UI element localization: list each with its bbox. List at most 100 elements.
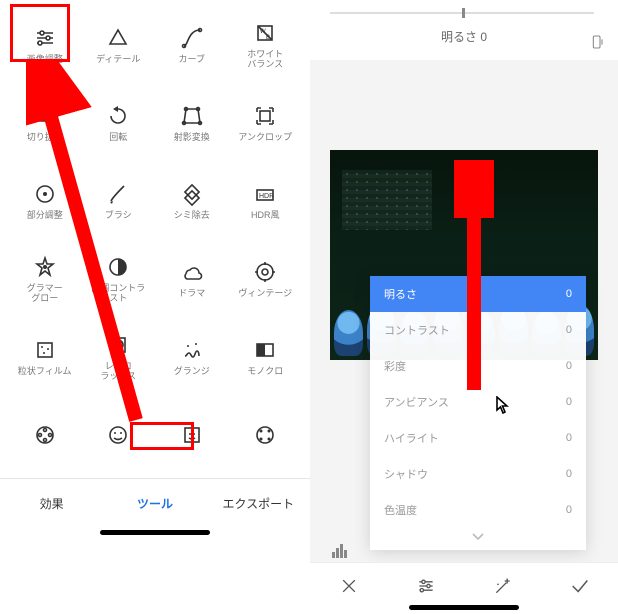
param-value: 0 [566, 324, 572, 336]
param-label: シャドウ [384, 466, 428, 482]
param-label: コントラスト [384, 322, 450, 338]
rotate-icon [105, 103, 131, 129]
tool-drama[interactable]: ドラマ [155, 240, 229, 318]
tool-hdr[interactable]: HDR HDR風 [229, 162, 303, 240]
tool-grunge[interactable]: グランジ [155, 318, 229, 396]
tool-grainy-film[interactable]: 粒状フィルム [8, 318, 82, 396]
histogram-icon[interactable] [332, 544, 347, 558]
tool-label: ディテール [96, 55, 140, 65]
svg-text:HDR: HDR [259, 193, 274, 200]
tool-label: 切り抜き [27, 133, 63, 143]
param-saturation[interactable]: 彩度0 [370, 348, 586, 384]
brush-icon [105, 181, 131, 207]
tool-selective[interactable]: 部分調整 [8, 162, 82, 240]
tool-label: ドラマ [178, 289, 205, 299]
adjust-button[interactable] [406, 576, 446, 601]
auto-button[interactable] [483, 576, 523, 601]
bottom-tabs: 効果 ツール エクスポート [0, 478, 310, 524]
tool-rotate[interactable]: 回転 [82, 84, 156, 162]
orientation-icon[interactable] [590, 34, 606, 53]
tool-expand[interactable]: アンクロップ [229, 84, 303, 162]
param-value: 0 [566, 504, 572, 516]
drama-icon [179, 259, 205, 285]
tool-vintage[interactable]: ヴィンテージ [229, 240, 303, 318]
tool-perspective[interactable]: 射影変換 [155, 84, 229, 162]
tab-export[interactable]: エクスポート [207, 489, 310, 518]
retrolux-icon [105, 332, 131, 358]
param-shadows[interactable]: シャドウ0 [370, 456, 586, 492]
param-warmth[interactable]: 色温度 0 [370, 492, 586, 528]
tool-grid: 画像調整 ディテール カーブ WBホワイト バランス切り抜き 回転射影変換 アンクロップ部… [0, 0, 310, 474]
grunge-icon [179, 337, 205, 363]
svg-text:B: B [266, 35, 270, 41]
cancel-button[interactable] [329, 576, 369, 601]
tool-face[interactable] [82, 396, 156, 474]
tool-white-balance[interactable]: WBホワイト バランス [229, 6, 303, 84]
tool-healing[interactable]: シミ除去 [155, 162, 229, 240]
vintage-icon [252, 259, 278, 285]
value-slider[interactable] [330, 12, 594, 14]
tool-label: シミ除去 [174, 211, 210, 221]
tool-details[interactable]: ディテール [82, 6, 156, 84]
tab-styles[interactable]: 効果 [0, 489, 103, 518]
param-brightness[interactable]: 明るさ 0 [370, 276, 586, 312]
tool-bw[interactable]: モノクロ [229, 318, 303, 396]
param-value: 0 [566, 288, 572, 300]
tool-brush[interactable]: ブラシ [82, 162, 156, 240]
tune-image-icon [32, 25, 58, 51]
hdr-icon: HDR [252, 181, 278, 207]
param-label: ハイライト [384, 430, 439, 446]
face-box-icon [179, 422, 205, 448]
param-panel: 明るさ0コントラスト0彩度0アンビアンス0ハイライト0シャドウ0色温度0 [370, 276, 586, 550]
tool-label: グランジ [174, 367, 210, 377]
param-value: 0 [566, 432, 572, 444]
tool-label: レトロ ラックス [100, 362, 136, 382]
tool-retrolux[interactable]: レトロ ラックス [82, 318, 156, 396]
film-reel-icon [32, 422, 58, 448]
param-value: 0 [566, 360, 572, 372]
tab-tools[interactable]: ツール [103, 489, 206, 518]
param-label: 色温度 [384, 502, 417, 518]
tool-label: カーブ [179, 55, 205, 65]
param-label: 明るさ [384, 286, 417, 302]
tool-tonal-contrast[interactable]: 階調コントラ スト [82, 240, 156, 318]
healing-icon [179, 181, 205, 207]
tool-dots[interactable] [229, 396, 303, 474]
readout-label: 明るさ [441, 30, 477, 44]
tool-label: 粒状フィルム [18, 367, 72, 377]
tonal-contrast-icon [105, 254, 131, 280]
crop-icon [32, 103, 58, 129]
face-icon [105, 422, 131, 448]
param-contrast[interactable]: コントラスト 0 [370, 312, 586, 348]
home-indicator [409, 605, 519, 610]
param-readout: 明るさ 0 [441, 28, 487, 45]
param-ambiance[interactable]: アンビアンス0 [370, 384, 586, 420]
editor-bottom-bar [310, 562, 618, 614]
panel-expand-icon[interactable] [370, 528, 586, 550]
tool-label: アンクロップ [238, 133, 292, 143]
perspective-icon [179, 103, 205, 129]
tool-glamour-glow[interactable]: グラマー グロー [8, 240, 82, 318]
tool-label: ブラシ [105, 211, 132, 221]
apply-button[interactable] [560, 575, 600, 602]
tool-label: グラマー グロー [27, 284, 63, 304]
bw-icon [252, 337, 278, 363]
details-icon [105, 25, 131, 51]
tool-label: 射影変換 [174, 133, 210, 143]
tool-label: HDR風 [251, 211, 280, 221]
phone-screen-tools: 画像調整 ディテール カーブ WBホワイト バランス切り抜き 回転射影変換 アンクロップ部… [0, 0, 310, 614]
tool-curves[interactable]: カーブ [155, 6, 229, 84]
curves-icon [179, 25, 205, 51]
tool-crop[interactable]: 切り抜き [8, 84, 82, 162]
tool-tune-image[interactable]: 画像調整 [8, 6, 82, 84]
tool-label: モノクロ [247, 367, 283, 377]
tool-film-reel[interactable] [8, 396, 82, 474]
home-indicator [100, 530, 210, 535]
param-highlights[interactable]: ハイライト 0 [370, 420, 586, 456]
editor-top-bar: 明るさ 0 [310, 0, 618, 60]
param-value: 0 [566, 396, 572, 408]
readout-value: 0 [480, 30, 487, 44]
white-balance-icon: WB [252, 20, 278, 46]
tool-label: 画像調整 [27, 55, 63, 65]
tool-face-box[interactable] [155, 396, 229, 474]
